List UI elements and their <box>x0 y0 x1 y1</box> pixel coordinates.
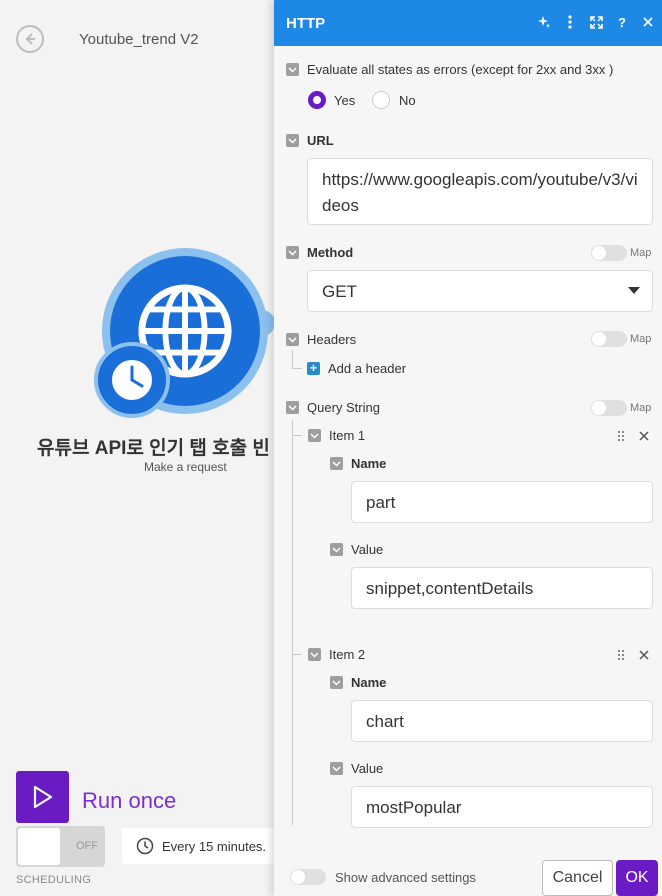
expand-icon[interactable] <box>588 12 604 32</box>
chevron-down-icon <box>332 765 341 772</box>
method-select-value: GET <box>322 282 357 301</box>
query-string-label: Query String <box>307 400 380 415</box>
headers-label: Headers <box>307 332 357 347</box>
arrow-left-icon <box>25 33 35 45</box>
chevron-down-icon <box>288 336 297 343</box>
item2-name-input[interactable]: chart <box>351 700 653 742</box>
headers-map-label: Map <box>630 333 652 345</box>
chevron-down-icon <box>332 546 341 553</box>
item2-name-collapse-toggle[interactable] <box>330 676 343 689</box>
item1-value-input[interactable]: snippet,contentDetails <box>351 567 653 609</box>
scheduling-toggle-knob <box>18 828 60 865</box>
chevron-down-icon <box>288 404 297 411</box>
module-subtitle: Make a request <box>144 460 227 474</box>
scheduling-toggle[interactable]: OFF <box>16 826 105 867</box>
radio-yes[interactable] <box>308 91 326 109</box>
play-icon <box>33 785 52 809</box>
chevron-down-icon <box>310 651 319 658</box>
url-collapse-toggle[interactable] <box>286 134 299 147</box>
chevron-down-icon <box>288 249 297 256</box>
method-collapse-toggle[interactable] <box>286 246 299 259</box>
http-settings-panel: HTTP ? Evaluate all states as errors (ex… <box>274 0 662 896</box>
item1-name-input[interactable]: part <box>351 481 653 523</box>
query-map-label: Map <box>630 402 652 414</box>
item2-value-label: Value <box>351 761 384 776</box>
advanced-settings-toggle[interactable] <box>290 869 326 885</box>
radio-no[interactable] <box>372 91 390 109</box>
ai-sparkle-icon[interactable] <box>536 12 552 32</box>
remove-item1-icon[interactable] <box>639 431 649 441</box>
module-name: 유튜브 API로 인기 탭 호출 빈 <box>37 438 270 459</box>
item1-name-collapse-toggle[interactable] <box>330 457 343 470</box>
query-collapse-toggle[interactable] <box>286 401 299 414</box>
url-input[interactable]: https://www.googleapis.com/youtube/v3/vi… <box>307 158 653 225</box>
panel-footer: Show advanced settings Cancel OK <box>274 852 662 896</box>
method-map-label: Map <box>630 247 652 259</box>
method-label: Method <box>307 245 354 260</box>
item2-label: Item 2 <box>329 647 366 662</box>
more-options-icon[interactable] <box>562 12 578 32</box>
module-connector-handle[interactable] <box>259 310 275 336</box>
chevron-down-icon <box>332 460 341 467</box>
drag-handle-icon[interactable] <box>617 649 625 661</box>
help-icon[interactable]: ? <box>614 12 630 32</box>
ok-button[interactable]: OK <box>616 860 658 896</box>
item1-label: Item 1 <box>329 428 366 443</box>
item2-name-label: Name <box>351 675 387 690</box>
headers-map-toggle[interactable] <box>591 331 627 347</box>
method-map-toggle[interactable] <box>591 245 627 261</box>
drag-handle-icon[interactable] <box>617 430 625 442</box>
cancel-button[interactable]: Cancel <box>542 860 613 896</box>
panel-header: HTTP ? <box>274 0 662 46</box>
tree-line <box>292 654 302 655</box>
item2-value-collapse-toggle[interactable] <box>330 762 343 775</box>
close-icon[interactable] <box>640 12 656 32</box>
schedule-text: Every 15 minutes. <box>162 838 267 854</box>
radio-yes-label: Yes <box>334 93 356 108</box>
back-button[interactable] <box>16 25 44 53</box>
tree-line <box>292 350 293 368</box>
schedule-settings[interactable]: Every 15 minutes. <box>122 828 282 864</box>
scheduling-state: OFF <box>76 840 98 852</box>
chevron-down-icon <box>310 432 319 439</box>
item2-collapse-toggle[interactable] <box>308 648 321 661</box>
method-select[interactable]: GET <box>307 270 653 312</box>
advanced-settings-label: Show advanced settings <box>335 870 476 885</box>
tree-line <box>292 435 302 436</box>
item2-value-input[interactable]: mostPopular <box>351 786 653 828</box>
tree-line <box>292 368 302 369</box>
chevron-down-icon <box>288 137 297 144</box>
headers-collapse-toggle[interactable] <box>286 333 299 346</box>
evaluate-label: Evaluate all states as errors (except fo… <box>307 62 614 77</box>
query-map-toggle[interactable] <box>591 400 627 416</box>
item1-value-label: Value <box>351 542 384 557</box>
tree-line <box>292 420 293 825</box>
remove-item2-icon[interactable] <box>639 650 649 660</box>
chevron-down-icon <box>288 66 297 73</box>
chevron-down-icon <box>332 679 341 686</box>
run-once-button[interactable] <box>16 771 69 823</box>
item1-collapse-toggle[interactable] <box>308 429 321 442</box>
clock-icon[interactable] <box>94 342 170 418</box>
item1-name-label: Name <box>351 456 387 471</box>
panel-title: HTTP <box>286 14 326 32</box>
scenario-title: Youtube_trend V2 <box>79 31 199 48</box>
url-label: URL <box>307 133 334 148</box>
evaluate-collapse-toggle[interactable] <box>286 63 299 76</box>
plus-icon[interactable]: + <box>307 362 320 375</box>
clock-outline-icon <box>136 837 154 855</box>
radio-no-label: No <box>399 93 416 108</box>
add-header-button[interactable]: Add a header <box>328 361 406 376</box>
scheduling-label: SCHEDULING <box>16 874 92 886</box>
item1-value-collapse-toggle[interactable] <box>330 543 343 556</box>
caret-down-icon <box>628 287 640 294</box>
run-once-label[interactable]: Run once <box>82 788 176 814</box>
